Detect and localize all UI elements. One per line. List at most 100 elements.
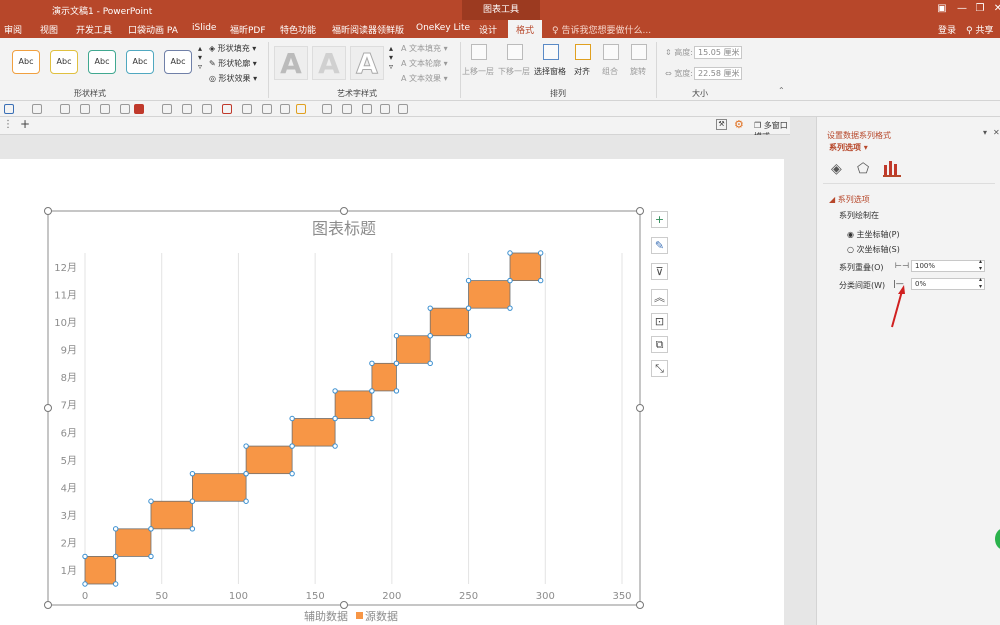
settings-gear-icon[interactable]: ⚙ bbox=[734, 118, 744, 131]
gap-width-spinner[interactable]: ▴ ▾ bbox=[979, 276, 982, 290]
width-input[interactable]: 22.58 厘米 bbox=[694, 67, 742, 80]
shape-style-swatch-1[interactable]: Abc bbox=[12, 50, 40, 74]
resize-icon[interactable]: ⤡ bbox=[651, 360, 668, 377]
layout-options-icon[interactable]: ⊡ bbox=[651, 313, 668, 330]
effects-icon[interactable]: ⬠ bbox=[857, 161, 869, 177]
duplicate-icon[interactable]: ⧉ bbox=[651, 336, 668, 353]
layout-icon[interactable] bbox=[362, 104, 372, 114]
tools-icon[interactable]: ⚒ bbox=[716, 119, 727, 130]
target-icon[interactable] bbox=[222, 104, 232, 114]
tab-pocket-animation[interactable]: 口袋动画 PA bbox=[128, 23, 178, 36]
chart[interactable]: 0 50 100 150 200 250 300 350 1月 2月 3月 4月 5月 6月 7月 8月 9月 1… bbox=[0, 159, 784, 625]
shape-fill-button[interactable]: ◈ 形状填充 ▾ bbox=[209, 43, 256, 54]
tab-view[interactable]: 视图 bbox=[40, 23, 58, 36]
chart-elements-button[interactable]: + bbox=[651, 211, 668, 228]
shape-styles-group-label: 形状样式 bbox=[74, 89, 106, 98]
series-options-icon[interactable] bbox=[883, 159, 901, 177]
wordart-gallery-scroll-icon[interactable]: ▴ ▾ ▿ bbox=[389, 44, 393, 71]
bring-forward-button[interactable]: 上移一层 bbox=[462, 66, 494, 77]
selection-pane-button[interactable]: 选择窗格 bbox=[534, 66, 566, 77]
pane-options-icon[interactable]: ▾ bbox=[983, 128, 987, 137]
chart-resize-handle bbox=[636, 404, 644, 412]
fill-color-icon[interactable] bbox=[134, 104, 144, 114]
select-icon[interactable] bbox=[398, 104, 408, 114]
tell-me-search[interactable]: ♀ 告诉我您想要做什么... bbox=[552, 23, 651, 36]
shape-style-swatch-5[interactable]: Abc bbox=[164, 50, 192, 74]
series-options-dropdown[interactable]: 系列选项 ▾ bbox=[829, 142, 868, 153]
gap-width-input[interactable]: 0% bbox=[911, 278, 985, 290]
height-input[interactable]: 15.05 厘米 bbox=[694, 46, 742, 59]
close-icon[interactable]: ✕ bbox=[990, 1, 1000, 17]
text-effect-button[interactable]: A 文本效果 ▾ bbox=[401, 73, 448, 84]
series-section-toggle[interactable]: ◢ 系列选项 bbox=[829, 194, 870, 205]
tab-design[interactable]: 设计 bbox=[479, 23, 497, 36]
text-outline-button[interactable]: A 文本轮廓 ▾ bbox=[401, 58, 448, 69]
secondary-axis-radio[interactable]: ○ 次坐标轴(S) bbox=[847, 244, 900, 255]
tab-islide[interactable]: iSlide bbox=[192, 23, 216, 33]
shape-effect-button[interactable]: ◎ 形状效果 ▾ bbox=[209, 73, 257, 84]
group-button[interactable]: 组合 bbox=[602, 66, 618, 77]
format-painter-icon[interactable] bbox=[120, 104, 130, 114]
share-button[interactable]: ⚲ 共享 bbox=[966, 23, 993, 36]
shape-outline-button[interactable]: ✎ 形状轮廓 ▾ bbox=[209, 58, 257, 69]
shape-style-swatch-3[interactable]: Abc bbox=[88, 50, 116, 74]
collapse-ribbon-icon[interactable]: ⌃ bbox=[778, 86, 785, 95]
overlap-input[interactable]: 100% bbox=[911, 260, 985, 272]
align-text-icon[interactable] bbox=[60, 104, 70, 114]
grid-icon[interactable] bbox=[80, 104, 90, 114]
image-icon[interactable] bbox=[280, 104, 290, 114]
height-label-text: 高度: bbox=[674, 48, 693, 57]
send-backward-button[interactable]: 下移一层 bbox=[498, 66, 530, 77]
height-icon: ⇕ bbox=[665, 48, 672, 57]
new-tab-button[interactable]: + bbox=[20, 117, 30, 131]
overlap-spinner[interactable]: ▴ ▾ bbox=[979, 258, 982, 272]
copy-icon[interactable] bbox=[262, 104, 272, 114]
tab-foxit-reader[interactable]: 福昕阅读器领鲜版 bbox=[332, 23, 404, 36]
slide-canvas[interactable]: 0 50 100 150 200 250 300 350 1月 2月 3月 4月 5月 6月 7月 8月 9月 1… bbox=[0, 159, 784, 625]
wordart-style-3[interactable]: A bbox=[350, 46, 384, 81]
primary-axis-radio[interactable]: ◉ 主坐标轴(P) bbox=[847, 229, 900, 240]
series-options-dropdown-label: 系列选项 bbox=[829, 143, 861, 152]
rotate-button[interactable]: 旋转 bbox=[630, 66, 646, 77]
distribute-icon[interactable] bbox=[182, 104, 192, 114]
tab-features[interactable]: 特色功能 bbox=[280, 23, 316, 36]
wordart-style-1[interactable]: A bbox=[274, 46, 308, 80]
tab-format[interactable]: 格式 bbox=[508, 20, 543, 38]
print-icon[interactable] bbox=[100, 104, 110, 114]
paste-icon[interactable] bbox=[296, 104, 306, 114]
tab-foxit-pdf[interactable]: 福昕PDF bbox=[230, 23, 266, 36]
arrange-icon[interactable] bbox=[162, 104, 172, 114]
bar-source-data bbox=[334, 390, 373, 419]
chart-resize-handle bbox=[636, 601, 644, 609]
tab-review[interactable]: 审阅 bbox=[4, 23, 22, 36]
gallery-scroll-icon[interactable]: ▴ ▾ ▿ bbox=[198, 44, 202, 71]
chart-styles-button[interactable]: ✎ bbox=[651, 237, 668, 254]
overlap-slider[interactable]: ⊢⊣ bbox=[895, 261, 909, 270]
align-button[interactable]: 对齐 bbox=[574, 66, 590, 77]
login-link[interactable]: 登录 bbox=[938, 23, 956, 36]
cut-icon[interactable] bbox=[242, 104, 252, 114]
wordart-style-2[interactable]: A bbox=[312, 46, 346, 80]
send-backward-icon bbox=[507, 44, 523, 60]
pane-close-icon[interactable]: ✕ bbox=[993, 128, 1000, 137]
tab-scroll-left-icon[interactable]: ⋮ bbox=[3, 119, 13, 130]
chart-filters-button[interactable]: ⊽ bbox=[651, 263, 668, 280]
fill-line-icon[interactable]: ◈ bbox=[831, 161, 842, 177]
ribbon-display-options-icon[interactable]: ▣ bbox=[934, 1, 950, 17]
collapse-tools-icon[interactable]: ︽ bbox=[651, 289, 668, 306]
shape-style-swatch-4[interactable]: Abc bbox=[126, 50, 154, 74]
chart-icon[interactable] bbox=[342, 104, 352, 114]
minimize-icon[interactable]: — bbox=[954, 1, 970, 17]
y-tick-label: 9月 bbox=[61, 345, 77, 357]
edit-shape-icon[interactable] bbox=[4, 104, 14, 114]
font-color-icon[interactable] bbox=[32, 104, 42, 114]
crop-icon[interactable] bbox=[380, 104, 390, 114]
restore-icon[interactable]: ❐ bbox=[972, 1, 988, 17]
x-tick-label: 150 bbox=[306, 591, 325, 602]
tab-developer[interactable]: 开发工具 bbox=[76, 23, 112, 36]
tab-onekey-lite[interactable]: OneKey Lite bbox=[416, 23, 470, 33]
crosshair-icon[interactable] bbox=[202, 104, 212, 114]
text-fill-button[interactable]: A 文本填充 ▾ bbox=[401, 43, 448, 54]
link-icon[interactable] bbox=[322, 104, 332, 114]
shape-style-swatch-2[interactable]: Abc bbox=[50, 50, 78, 74]
